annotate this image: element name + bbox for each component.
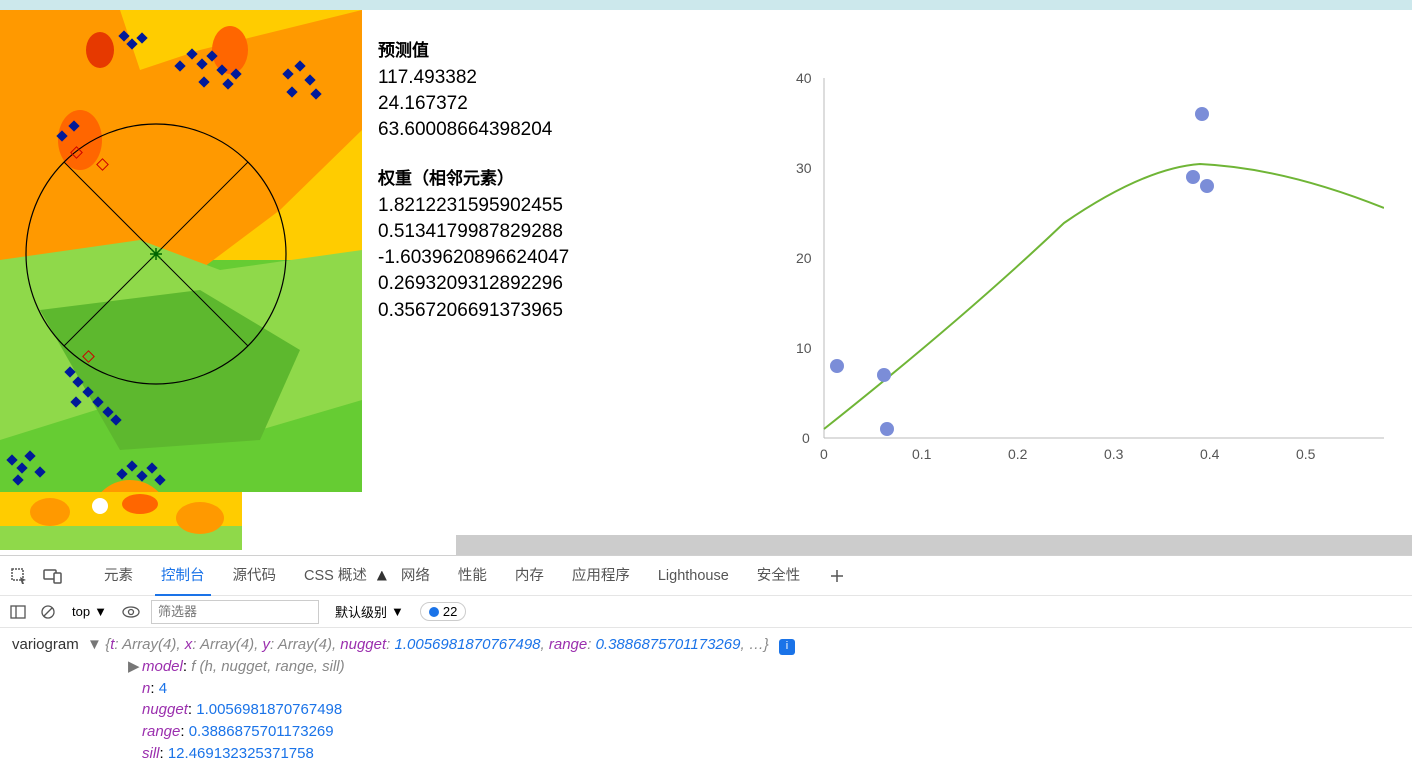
weight-value: 0.5134179987829288 (378, 219, 760, 245)
console-toolbar: top ▼ 默认级别 ▼ 22 (0, 596, 1412, 628)
info-icon[interactable]: i (779, 639, 795, 655)
weight-value: 1.8212231595902455 (378, 193, 760, 219)
overview-raster (0, 492, 242, 550)
data-point (877, 368, 891, 382)
console-output[interactable]: variogram ▼ {t: Array(4), x: Array(4), y… (0, 628, 1412, 768)
context-label: top (72, 604, 90, 619)
x-tick: 0.4 (1200, 446, 1219, 462)
x-tick: 0.1 (912, 446, 931, 462)
overview-map[interactable] (0, 492, 242, 550)
info-panel: 预测值 117.493382 24.167372 63.600086643982… (362, 10, 760, 555)
devtools-tab-4[interactable]: 网络 (387, 556, 444, 596)
console-line: variogram ▼ {t: Array(4), x: Array(4), y… (12, 634, 1400, 656)
device-toggle-icon[interactable] (42, 565, 64, 587)
devtools-tab-2[interactable]: 源代码 (219, 556, 291, 596)
data-point (880, 422, 894, 436)
weight-value: 0.2693209312892296 (378, 271, 760, 297)
variogram-chart-panel: 0 10 20 30 40 0 0.1 0.2 0.3 0.4 0.5 (760, 10, 1412, 555)
log-level-label: 默认级别 (335, 602, 387, 621)
chevron-down-icon: ▼ (391, 604, 404, 619)
inspect-icon[interactable] (8, 565, 30, 587)
x-tick: 0.2 (1008, 446, 1027, 462)
devtools-tabs: 元素控制台源代码CSS 概述网络性能内存应用程序Lighthouse安全性 (0, 556, 1412, 596)
console-property: sill: 12.469132325371758 (128, 743, 1400, 765)
devtools-tab-0[interactable]: 元素 (90, 556, 147, 596)
devtools-tab-7[interactable]: 应用程序 (558, 556, 644, 596)
y-tick: 20 (796, 250, 812, 266)
issues-count: 22 (443, 604, 457, 619)
map-column (0, 10, 362, 555)
prediction-value: 24.167372 (378, 91, 760, 117)
main-content: 预测值 117.493382 24.167372 63.600086643982… (0, 10, 1412, 555)
console-property: range: 0.3886875701173269 (128, 721, 1400, 743)
y-tick: 10 (796, 340, 812, 356)
prediction-value: 63.60008664398204 (378, 117, 760, 143)
filter-input[interactable] (151, 600, 319, 624)
devtools-tab-9[interactable]: 安全性 (743, 556, 815, 596)
info-dot-icon (429, 607, 439, 617)
log-level-selector[interactable]: 默认级别 ▼ (329, 600, 410, 623)
devtools-tab-3[interactable]: CSS 概述 (290, 556, 381, 596)
chart-svg (784, 58, 1384, 478)
kriging-map[interactable] (0, 10, 362, 492)
data-point (1186, 170, 1200, 184)
add-tab-icon[interactable] (826, 565, 848, 587)
x-tick: 0 (820, 446, 828, 462)
sidebar-toggle-icon[interactable] (8, 602, 28, 622)
devtools-tab-5[interactable]: 性能 (444, 556, 501, 596)
variogram-chart[interactable]: 0 10 20 30 40 0 0.1 0.2 0.3 0.4 0.5 (784, 58, 1384, 478)
prediction-title: 预测值 (378, 36, 760, 61)
clear-console-icon[interactable] (38, 602, 58, 622)
horizontal-scrollbar[interactable] (456, 535, 1412, 555)
devtools-tab-8[interactable]: Lighthouse (644, 556, 743, 596)
x-tick: 0.5 (1296, 446, 1315, 462)
devtools-tab-1[interactable]: 控制台 (147, 556, 219, 596)
devtools-tab-6[interactable]: 内存 (501, 556, 558, 596)
devtools-panel: 元素控制台源代码CSS 概述网络性能内存应用程序Lighthouse安全性 to… (0, 555, 1412, 768)
chevron-down-icon: ▼ (94, 604, 107, 619)
x-tick: 0.3 (1104, 446, 1123, 462)
context-selector[interactable]: top ▼ (68, 602, 111, 621)
weight-value: 0.3567206691373965 (378, 298, 760, 324)
data-point (1195, 107, 1209, 121)
data-point (830, 359, 844, 373)
weight-value: -1.6039620896624047 (378, 245, 760, 271)
live-expression-icon[interactable] (121, 602, 141, 622)
console-property: n: 4 (128, 678, 1400, 700)
prediction-value: 117.493382 (378, 65, 760, 91)
console-property: ▶model: f (h, nugget, range, sill) (128, 656, 1400, 678)
top-accent-bar (0, 0, 1412, 10)
y-tick: 40 (796, 70, 812, 86)
expand-icon[interactable]: ▼ (87, 634, 101, 656)
data-point (1200, 179, 1214, 193)
y-tick: 30 (796, 160, 812, 176)
expand-icon[interactable]: ▶ (128, 656, 142, 678)
console-property: nugget: 1.0056981870767498 (128, 699, 1400, 721)
y-tick: 0 (802, 430, 810, 446)
weights-title: 权重（相邻元素） (378, 164, 760, 189)
issues-badge[interactable]: 22 (420, 602, 466, 621)
